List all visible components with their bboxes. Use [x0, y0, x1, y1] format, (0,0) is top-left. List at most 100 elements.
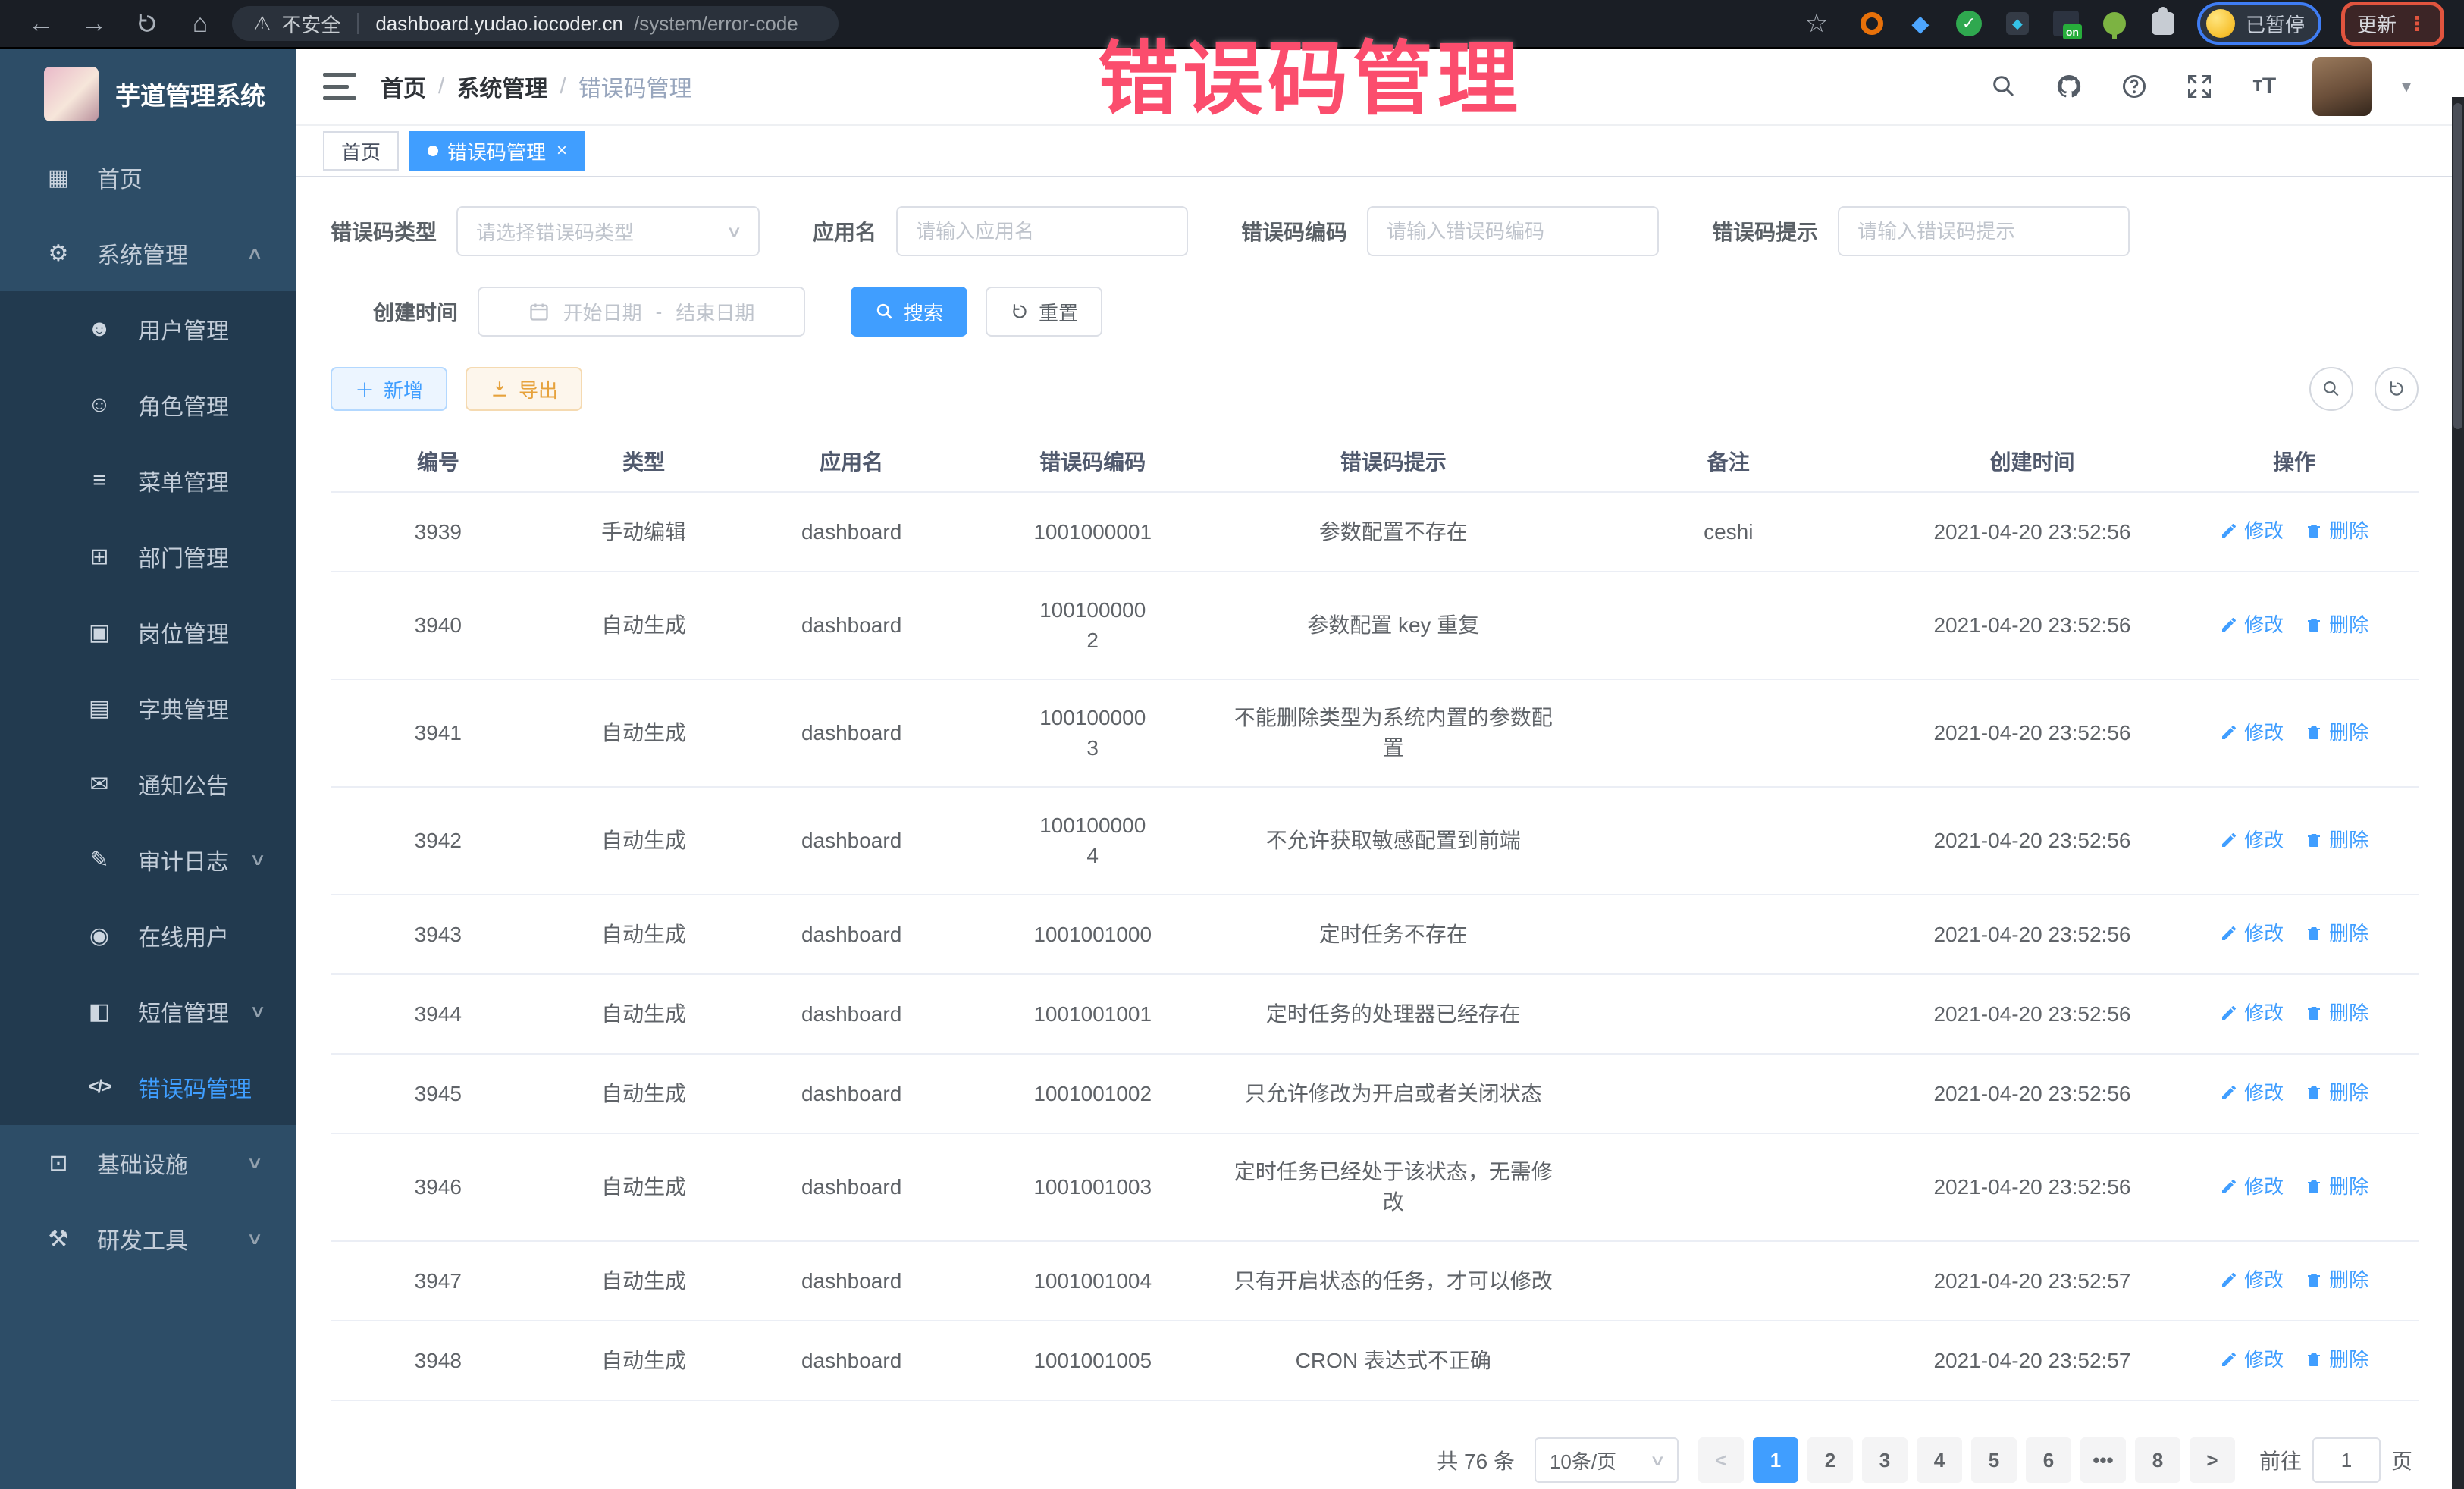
page-ellipsis[interactable]: ••• — [2080, 1437, 2126, 1483]
browser-back-button[interactable]: ← — [20, 2, 62, 45]
extension-key-icon[interactable] — [2100, 9, 2129, 38]
sidebar-item-dept[interactable]: ⊞部门管理 — [0, 519, 296, 594]
sidebar-item-error-code[interactable]: </>错误码管理 — [0, 1049, 296, 1125]
add-button[interactable]: ＋ 新增 — [331, 367, 447, 411]
cell-type: 自动生成 — [546, 679, 742, 787]
kebab-menu-icon[interactable]: ⋮ — [2407, 12, 2428, 36]
refresh-table-button[interactable] — [2375, 367, 2419, 411]
delete-link[interactable]: 删除 — [2305, 918, 2368, 948]
page-button-2[interactable]: 2 — [1807, 1437, 1853, 1483]
table-body: 3939手动编辑dashboard1001000001参数配置不存在ceshi2… — [331, 492, 2419, 1400]
edit-link[interactable]: 修改 — [2220, 516, 2284, 546]
export-button[interactable]: 导出 — [466, 367, 582, 411]
edit-link[interactable]: 修改 — [2220, 1077, 2284, 1108]
error-type-select[interactable]: 请选择错误码类型 ∨ — [456, 206, 760, 256]
chevron-down-icon[interactable]: ▾ — [2402, 76, 2411, 98]
sidebar-item-dict[interactable]: ▤字典管理 — [0, 670, 296, 746]
page-button-6[interactable]: 6 — [2026, 1437, 2071, 1483]
sidebar-item-sms[interactable]: ◧短信管理∨ — [0, 973, 296, 1049]
edit-link[interactable]: 修改 — [2220, 1265, 2284, 1295]
browser-update-button[interactable]: 更新 ⋮ — [2341, 2, 2444, 46]
extension-ublock-icon[interactable] — [1857, 9, 1886, 38]
error-code-input[interactable] — [1368, 208, 1657, 255]
edit-link[interactable]: 修改 — [2220, 825, 2284, 855]
cell-code: 100100000 2 — [961, 572, 1224, 679]
reset-button[interactable]: 重置 — [986, 287, 1102, 337]
sidebar-item-online-user[interactable]: ◉在线用户 — [0, 898, 296, 973]
sidebar-logo-row[interactable]: 芋道管理系统 — [0, 49, 296, 139]
app-name-input[interactable] — [898, 208, 1187, 255]
sidebar-item-audit-log[interactable]: ✎审计日志∨ — [0, 822, 296, 898]
breadcrumb-item[interactable]: 系统管理 — [456, 70, 547, 103]
edit-link[interactable]: 修改 — [2220, 1344, 2284, 1375]
browser-forward-button[interactable]: → — [73, 2, 115, 45]
fullscreen-icon[interactable] — [2182, 69, 2217, 104]
edit-link[interactable]: 修改 — [2220, 610, 2284, 640]
delete-link[interactable]: 删除 — [2305, 1265, 2368, 1295]
date-range-picker[interactable]: 开始日期 - 结束日期 — [478, 287, 805, 337]
extension-wallet-icon[interactable]: ◆ — [2003, 9, 2032, 38]
header-search-icon[interactable] — [1986, 69, 2021, 104]
delete-link[interactable]: 删除 — [2305, 1171, 2368, 1202]
user-avatar[interactable] — [2312, 57, 2372, 116]
address-bar[interactable]: ⚠ 不安全 dashboard.yudao.iocoder.cn/system/… — [232, 6, 839, 41]
sidebar-item-infra[interactable]: ⊡基础设施∨ — [0, 1125, 296, 1201]
extension-gem-icon[interactable]: ◆ — [1906, 9, 1935, 38]
page-size-select[interactable]: 10条/页 ∨ — [1535, 1437, 1679, 1483]
tag-item[interactable]: 首页 — [323, 131, 399, 171]
extension-switch-icon[interactable]: on — [2052, 9, 2080, 38]
page-button-5[interactable]: 5 — [1971, 1437, 2017, 1483]
extension-vue-devtools-icon[interactable]: ✓ — [1955, 9, 1983, 38]
delete-link[interactable]: 删除 — [2305, 610, 2368, 640]
edit-link[interactable]: 修改 — [2220, 998, 2284, 1028]
prev-page-button[interactable]: < — [1698, 1437, 1744, 1483]
delete-link[interactable]: 删除 — [2305, 516, 2368, 546]
extensions-puzzle-icon[interactable] — [2149, 9, 2177, 38]
browser-reload-button[interactable] — [126, 2, 168, 45]
page-button-4[interactable]: 4 — [1917, 1437, 1962, 1483]
sidebar-item-system[interactable]: ⚙系统管理∧ — [0, 215, 296, 291]
tag-active[interactable]: 错误码管理× — [409, 131, 585, 171]
urlbar-divider — [357, 13, 359, 34]
sidebar-item-user[interactable]: ☻用户管理 — [0, 291, 296, 367]
cell-type: 自动生成 — [546, 895, 742, 974]
goto-page-input[interactable] — [2312, 1437, 2381, 1483]
delete-link[interactable]: 删除 — [2305, 998, 2368, 1028]
scrollbar-thumb[interactable] — [2453, 103, 2462, 429]
toggle-search-button[interactable] — [2309, 367, 2353, 411]
close-icon[interactable]: × — [556, 140, 567, 161]
sidebar-item-menu[interactable]: ≡菜单管理 — [0, 443, 296, 519]
page-button-8[interactable]: 8 — [2135, 1437, 2180, 1483]
bookmark-star-icon[interactable]: ☆ — [1795, 2, 1838, 45]
delete-link[interactable]: 删除 — [2305, 1077, 2368, 1108]
edit-link[interactable]: 修改 — [2220, 717, 2284, 748]
delete-link-label: 删除 — [2329, 1171, 2368, 1202]
delete-link[interactable]: 删除 — [2305, 825, 2368, 855]
breadcrumb-item[interactable]: 首页 — [381, 70, 426, 103]
cell-msg: 不允许获取敏感配置到前端 — [1224, 787, 1563, 895]
sidebar-item-notice[interactable]: ✉通知公告 — [0, 746, 296, 822]
error-hint-input[interactable] — [1839, 208, 2128, 255]
sidebar-item-role[interactable]: ☺角色管理 — [0, 367, 296, 443]
sidebar-item-post[interactable]: ▣岗位管理 — [0, 594, 296, 670]
edit-link[interactable]: 修改 — [2220, 918, 2284, 948]
next-page-button[interactable]: > — [2190, 1437, 2235, 1483]
table-row: 3943自动生成dashboard1001001000定时任务不存在2021-0… — [331, 895, 2419, 974]
help-icon[interactable] — [2117, 69, 2152, 104]
delete-link[interactable]: 删除 — [2305, 717, 2368, 748]
page-button-3[interactable]: 3 — [1862, 1437, 1908, 1483]
cell-ops: 修改删除 — [2170, 572, 2419, 679]
trash-icon — [2305, 1083, 2323, 1102]
error-code-table: 编号类型应用名错误码编码错误码提示备注创建时间操作 3939手动编辑dashbo… — [331, 431, 2419, 1401]
font-size-icon[interactable]: TT — [2247, 69, 2282, 104]
browser-home-button[interactable]: ⌂ — [179, 2, 221, 45]
sidebar-item-dev-tool[interactable]: ⚒研发工具∨ — [0, 1201, 296, 1277]
sidebar-toggle-icon[interactable] — [323, 73, 356, 100]
browser-profile-chip[interactable]: 已暂停 — [2197, 2, 2321, 45]
edit-link[interactable]: 修改 — [2220, 1171, 2284, 1202]
page-button-1[interactable]: 1 — [1753, 1437, 1798, 1483]
delete-link[interactable]: 删除 — [2305, 1344, 2368, 1375]
sidebar-item-home[interactable]: ▦首页 — [0, 139, 296, 215]
github-icon[interactable] — [2052, 69, 2086, 104]
search-button[interactable]: 搜索 — [851, 287, 967, 337]
